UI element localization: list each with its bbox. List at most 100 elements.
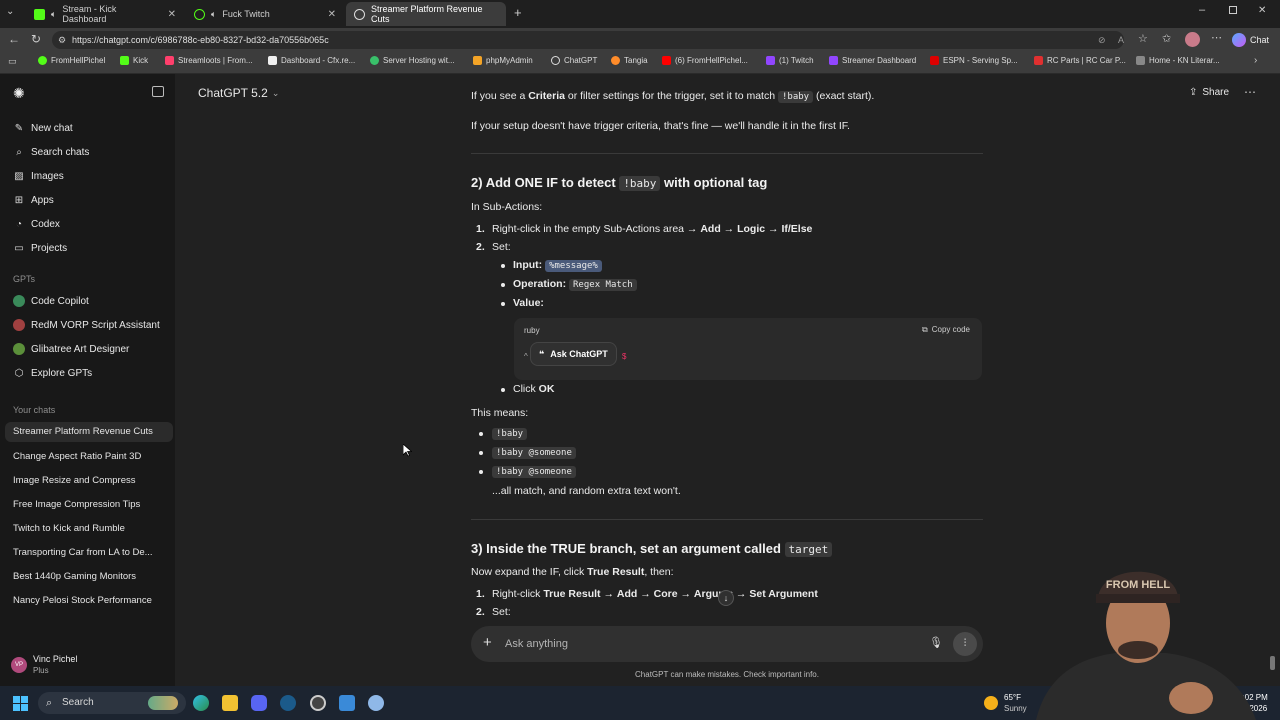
bookmark-cfx[interactable]: Dashboard - Cfx.re... — [268, 56, 355, 65]
site-info-icon[interactable]: ⚙︎ — [58, 31, 66, 49]
close-tab-icon[interactable]: ✕ — [328, 9, 336, 20]
obs-icon[interactable] — [310, 695, 326, 711]
sidebar-item-projects[interactable]: ▭ Projects — [13, 242, 67, 254]
tab-kick-dashboard[interactable]: 🔈︎ Stream - Kick Dashboard ✕ — [26, 2, 184, 26]
bookmark-fromhellpichel[interactable]: FromHellPichel — [38, 56, 105, 65]
bookmark-rc-parts[interactable]: RC Parts | RC Car P... — [1034, 56, 1126, 65]
chatgpt-icon — [354, 8, 365, 20]
chat-item[interactable]: Nancy Pelosi Stock Performance — [13, 595, 152, 606]
close-sidebar-icon[interactable] — [152, 86, 164, 97]
close-tab-icon[interactable]: ✕ — [168, 9, 176, 20]
chat-item[interactable]: Twitch to Kick and Rumble — [13, 523, 125, 534]
sidebar-item-codex[interactable]: ◔ Codex — [13, 218, 60, 230]
code-fragment: $ — [622, 352, 627, 361]
disclaimer: ChatGPT can make mistakes. Check importa… — [635, 670, 819, 679]
bookmark-label: ESPN - Serving Sp... — [943, 56, 1018, 65]
heading-text: 3) Inside the TRUE branch, set an argume… — [471, 541, 785, 556]
chat-item[interactable]: Transporting Car from LA to De... — [13, 547, 153, 558]
url-field[interactable]: ⚙︎ https://chatgpt.com/c/6986788c-eb80-8… — [52, 31, 1124, 49]
back-icon[interactable]: ← — [8, 32, 20, 46]
bookmark-kn-literary[interactable]: Home - KN Literar... — [1136, 56, 1220, 65]
text-bold: Criteria — [528, 90, 565, 102]
windows-start-icon[interactable] — [13, 696, 28, 711]
explore-gpts[interactable]: ⬡ Explore GPTs — [13, 367, 93, 379]
tab-streamer-platform[interactable]: Streamer Platform Revenue Cuts — [346, 2, 506, 26]
page-scrollbar[interactable] — [1270, 656, 1275, 670]
copilot-chat-button[interactable]: Chat — [1232, 31, 1269, 49]
copy-code-button[interactable]: ⧉ Copy code — [922, 325, 970, 335]
bookmark-label: Home - KN Literar... — [1149, 56, 1220, 65]
bookmarks-overflow-icon[interactable]: › — [1254, 55, 1257, 66]
tab-fuck-twitch[interactable]: 🔈︎ Fuck Twitch ✕ — [186, 2, 344, 26]
chatgpt-app-icon[interactable] — [368, 695, 384, 711]
bookmark-twitch[interactable]: (1) Twitch — [766, 56, 814, 65]
bookmark-phpmyadmin[interactable]: phpMyAdmin — [473, 56, 533, 65]
bullet — [501, 264, 505, 268]
favorites-icon[interactable]: ✩ — [1162, 32, 1171, 45]
voice-mode-icon[interactable]: ⫶ — [953, 632, 977, 656]
twitch-icon — [829, 56, 838, 65]
bookmark-chatgpt[interactable]: ChatGPT — [551, 56, 597, 65]
model-selector[interactable]: ChatGPT 5.2 ⌄ — [198, 86, 279, 100]
profile-avatar[interactable] — [1185, 32, 1200, 47]
sidebar-item-apps[interactable]: ⊞ Apps — [13, 194, 54, 206]
edge-icon[interactable] — [193, 695, 209, 711]
chat-item[interactable]: Change Aspect Ratio Paint 3D — [13, 451, 141, 462]
close-window-icon[interactable]: ✕ — [1258, 5, 1266, 16]
tracking-icon[interactable]: ⊘ — [1098, 31, 1106, 49]
reload-icon[interactable]: ↻ — [31, 32, 41, 46]
youtube-icon — [662, 56, 671, 65]
bookmark-youtube[interactable]: (6) FromHellPichel... — [662, 56, 748, 65]
minimize-icon[interactable]: – — [1199, 4, 1205, 16]
bookmark-label: Dashboard - Cfx.re... — [281, 56, 356, 65]
tab-list-chevron-icon[interactable]: ⌄ — [6, 6, 14, 17]
openai-logo-icon[interactable]: ✺ — [13, 85, 25, 102]
image-icon: ▨ — [14, 170, 24, 182]
sidebar-item-new-chat[interactable]: ✎ New chat — [13, 122, 73, 134]
new-tab-icon[interactable]: + — [514, 5, 522, 20]
bookmark-streamer-dashboard[interactable]: Streamer Dashboard — [829, 56, 916, 65]
file-explorer-icon[interactable] — [222, 695, 238, 711]
plus-icon[interactable]: + — [483, 634, 492, 651]
bookmark-espn[interactable]: ESPN - Serving Sp... — [930, 56, 1018, 65]
bookmark-tangia[interactable]: Tangia — [611, 56, 648, 65]
microphone-icon[interactable]: 🎙︎ — [929, 636, 943, 649]
copy-icon: ⧉ — [922, 325, 928, 334]
maximize-icon[interactable] — [1229, 6, 1237, 14]
bookmarks-menu-icon[interactable]: ▭ — [8, 56, 17, 67]
sidebar-item-images[interactable]: ▨ Images — [13, 170, 64, 182]
bookmark-kick[interactable]: Kick — [120, 56, 148, 65]
more-icon[interactable]: ⋯ — [1211, 31, 1222, 44]
edit-icon: ✎ — [14, 122, 24, 134]
user-profile[interactable]: VP Vinc Pichel Plus — [11, 654, 161, 680]
codex-icon: ◔ — [15, 218, 23, 230]
more-options-icon[interactable]: ⋯ — [1244, 85, 1256, 99]
ask-chatgpt-button[interactable]: ❝ Ask ChatGPT — [530, 342, 617, 366]
bookmark-streamloots[interactable]: Streamloots | From... — [165, 56, 253, 65]
text-bold: Set Argument — [749, 588, 818, 600]
scroll-down-icon[interactable]: ↓ — [718, 590, 734, 606]
taskbar-search[interactable]: ⌕ Search — [38, 692, 186, 714]
speaker-icon: 🔈︎ — [211, 8, 217, 19]
chat-item[interactable]: Image Resize and Compress — [13, 475, 136, 486]
address-bar-row: ← ↻ ⚙︎ https://chatgpt.com/c/6986788c-eb… — [0, 28, 1280, 52]
chat-item[interactable]: Free Image Compression Tips — [13, 499, 140, 510]
text: Now expand the IF, click — [471, 566, 588, 578]
prompt-input[interactable] — [505, 634, 895, 654]
chat-item[interactable]: Streamer Platform Revenue Cuts — [5, 422, 173, 442]
sidebar-item-search-chats[interactable]: ⌕ Search chats — [13, 146, 89, 158]
gpt-glibatree[interactable]: Glibatree Art Designer — [13, 343, 129, 355]
favorite-star-icon[interactable]: ☆ — [1138, 32, 1148, 45]
share-button[interactable]: ⇪ Share — [1189, 87, 1229, 98]
steam-icon[interactable] — [280, 695, 296, 711]
discord-icon[interactable] — [251, 695, 267, 711]
read-aloud-icon[interactable]: A — [1118, 31, 1124, 49]
tab-title: Streamer Platform Revenue Cuts — [371, 4, 483, 24]
search-highlight-icon — [148, 696, 178, 710]
app-icon[interactable] — [339, 695, 355, 711]
gpt-code-copilot[interactable]: Code Copilot — [13, 295, 89, 307]
chat-item[interactable]: Best 1440p Gaming Monitors — [13, 571, 136, 582]
bookmark-server-hosting[interactable]: Server Hosting wit... — [370, 56, 455, 65]
gpt-redm-vorp[interactable]: RedM VORP Script Assistant — [13, 319, 160, 331]
folder-icon: ▭ — [14, 242, 24, 254]
